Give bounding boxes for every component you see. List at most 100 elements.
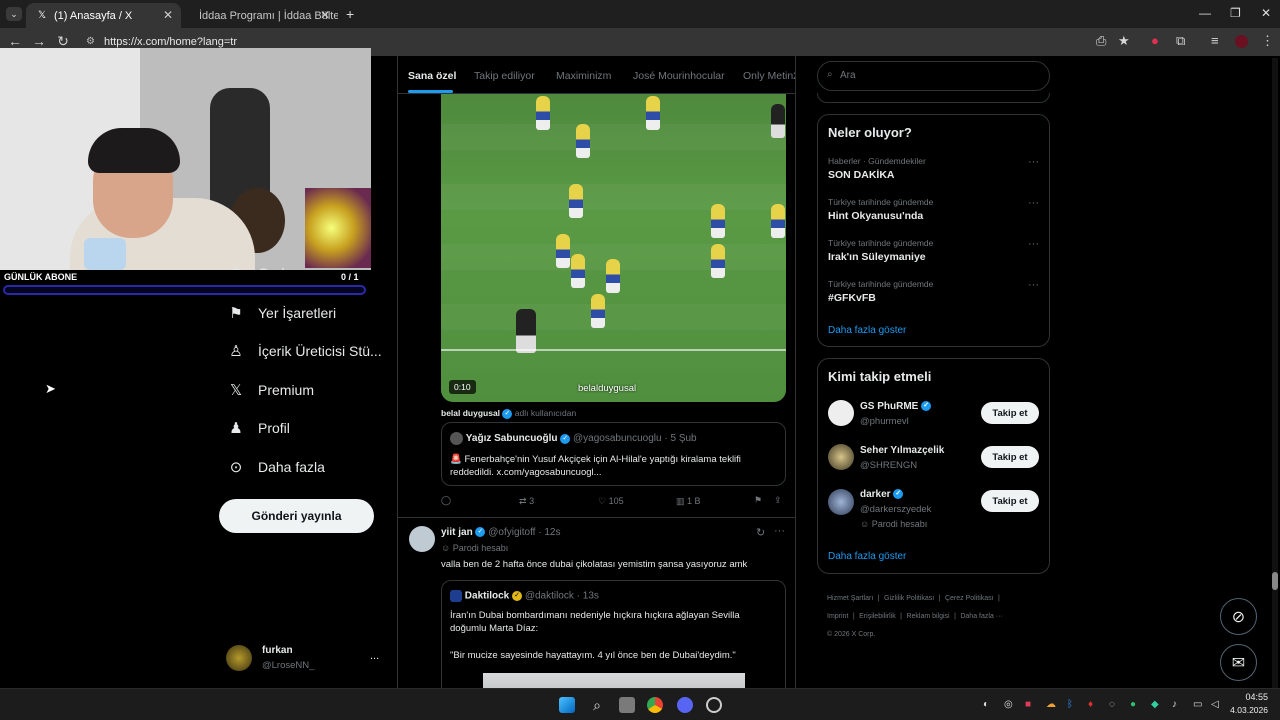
close-icon[interactable]: ✕ bbox=[320, 8, 330, 22]
extension-icon[interactable]: ● bbox=[1151, 33, 1159, 48]
post-more-icon[interactable]: ··· bbox=[774, 525, 785, 537]
nav-profile[interactable]: ♟ Profil bbox=[228, 419, 290, 437]
trend-more-icon[interactable]: ··· bbox=[1028, 197, 1039, 209]
quoted-post[interactable]: Daktilock ✓ @daktilock · 13s İran'ın Dub… bbox=[441, 580, 786, 688]
trend-title[interactable]: SON DAKİKA bbox=[828, 169, 895, 181]
show-more-link[interactable]: Daha fazla göster bbox=[828, 325, 906, 336]
clock-date[interactable]: 4.03.2026 bbox=[1224, 705, 1268, 715]
nav-creator-studio[interactable]: ♙ İçerik Üreticisi Stü... bbox=[228, 342, 382, 360]
search-icon[interactable]: ⌕ bbox=[589, 697, 605, 713]
follow-button[interactable]: Takip et bbox=[981, 402, 1039, 424]
share-icon[interactable]: ⇪ bbox=[774, 495, 782, 506]
tray-icon[interactable]: ◌ bbox=[1109, 699, 1115, 710]
like-button[interactable]: ♡ 105 bbox=[598, 496, 624, 507]
task-view-icon[interactable] bbox=[619, 697, 635, 713]
footer-link[interactable]: Hizmet Şartları bbox=[827, 595, 873, 602]
close-icon[interactable]: ✕ bbox=[163, 8, 173, 22]
bookmark-star-icon[interactable]: ★ bbox=[1118, 33, 1130, 49]
new-tab-icon[interactable]: + bbox=[346, 6, 354, 22]
chrome-icon[interactable] bbox=[647, 697, 663, 713]
tab-following[interactable]: Takip ediliyor bbox=[474, 70, 535, 82]
tab-mourinhocular[interactable]: José Mourinhocular bbox=[633, 70, 725, 82]
footer-link[interactable]: Imprint bbox=[827, 613, 848, 620]
network-icon[interactable]: ▭ bbox=[1193, 699, 1202, 710]
tab-search-icon[interactable]: ⌄ bbox=[6, 7, 22, 21]
avatar[interactable] bbox=[828, 444, 854, 470]
install-icon[interactable]: ⎙ bbox=[1096, 33, 1106, 49]
grok-icon[interactable]: ↻ bbox=[756, 526, 765, 539]
suggestion-name[interactable]: darker ✓ bbox=[860, 489, 904, 500]
microphone-icon[interactable]: ♪ bbox=[1172, 699, 1177, 710]
tray-icon[interactable]: ☁ bbox=[1046, 699, 1056, 710]
footer-link[interactable]: Erişilebilirlik bbox=[859, 613, 896, 620]
tray-icon[interactable]: ◎ bbox=[1004, 699, 1013, 710]
tray-icon[interactable]: ◆ bbox=[1151, 699, 1159, 710]
window-close-icon[interactable]: ✕ bbox=[1261, 6, 1271, 20]
author-name[interactable]: yiit jan bbox=[441, 527, 473, 538]
trend-more-icon[interactable]: ··· bbox=[1028, 156, 1039, 168]
obs-icon[interactable] bbox=[706, 697, 722, 713]
trend-more-icon[interactable]: ··· bbox=[1028, 238, 1039, 250]
minimize-icon[interactable]: — bbox=[1199, 6, 1211, 20]
tab-iddaa[interactable]: İddaa Programı | İddaa Bülteni ... ✕ bbox=[183, 3, 338, 28]
back-icon[interactable]: ← bbox=[6, 33, 24, 49]
trend-title[interactable]: #GFKvFB bbox=[828, 292, 876, 304]
tab-maximinizm[interactable]: Maximinizm bbox=[556, 70, 611, 82]
tab-for-you[interactable]: Sana özel bbox=[408, 70, 456, 82]
start-icon[interactable] bbox=[559, 697, 575, 713]
scrollbar-thumb[interactable] bbox=[1272, 572, 1278, 590]
grok-fab-icon[interactable]: ⊘ bbox=[1220, 598, 1257, 635]
menu-icon[interactable]: ⋮ bbox=[1261, 33, 1274, 49]
search-box[interactable]: ⌕ Ara bbox=[817, 61, 1050, 91]
suggestion-name[interactable]: Seher Yılmazçelik bbox=[860, 445, 944, 456]
account-more-icon[interactable]: ... bbox=[370, 650, 379, 662]
quote-image[interactable] bbox=[483, 673, 745, 688]
footer-link[interactable]: Daha fazla ··· bbox=[960, 613, 1002, 620]
messages-fab-icon[interactable]: ✉ bbox=[1220, 644, 1257, 681]
avatar[interactable] bbox=[828, 489, 854, 515]
bluetooth-icon[interactable]: ᛒ bbox=[1067, 699, 1073, 710]
tab-only-metin2[interactable]: Only Metin2 bbox=[743, 70, 795, 82]
profile-avatar[interactable] bbox=[1235, 35, 1248, 48]
reply-icon[interactable]: ◯ bbox=[441, 495, 451, 506]
extensions-puzzle-icon[interactable]: ⧉ bbox=[1176, 33, 1185, 49]
discord-icon[interactable] bbox=[677, 697, 693, 713]
tray-icon[interactable]: ■ bbox=[1025, 699, 1031, 710]
volume-icon[interactable]: ◁ bbox=[1211, 699, 1219, 710]
trend-title[interactable]: Hint Okyanusu'nda bbox=[828, 210, 923, 222]
nav-more[interactable]: ⊙ Daha fazla bbox=[228, 458, 325, 476]
follow-button[interactable]: Takip et bbox=[981, 490, 1039, 512]
scrollbar[interactable] bbox=[1272, 58, 1278, 688]
tab-x-home[interactable]: 𝕏 (1) Anasayfa / X ✕ bbox=[26, 3, 181, 28]
tray-icon[interactable]: ◐ bbox=[983, 699, 989, 710]
tray-icon[interactable]: ● bbox=[1130, 699, 1136, 710]
clock-time[interactable]: 04:55 bbox=[1232, 692, 1268, 702]
trend-title[interactable]: Irak'ın Süleymaniye bbox=[828, 251, 926, 263]
retweet-button[interactable]: ⇄ 3 bbox=[519, 496, 534, 507]
nav-label: Yer İşaretleri bbox=[258, 305, 337, 321]
post-video[interactable]: 0:10 belalduygusal bbox=[441, 94, 786, 402]
post-button[interactable]: Gönderi yayınla bbox=[219, 499, 374, 533]
nav-label: İçerik Üreticisi Stü... bbox=[258, 343, 382, 359]
media-icon[interactable]: ≡ bbox=[1211, 33, 1219, 48]
show-more-link[interactable]: Daha fazla göster bbox=[828, 551, 906, 562]
footer-link[interactable]: Gizlilik Politikası bbox=[884, 595, 934, 602]
views-button[interactable]: ▥ 1 B bbox=[676, 496, 701, 507]
nav-bookmarks[interactable]: ⚑ Yer İşaretleri bbox=[228, 304, 336, 322]
bookmark-icon[interactable]: ⚑ bbox=[754, 495, 762, 506]
footer-link[interactable]: Reklam bilgisi bbox=[906, 613, 949, 620]
suggestion-name[interactable]: GS PhuRME ✓ bbox=[860, 401, 932, 412]
account-avatar[interactable] bbox=[226, 645, 252, 671]
tray-icon[interactable]: ♦ bbox=[1088, 699, 1093, 710]
nav-premium[interactable]: 𝕏 Premium bbox=[228, 381, 314, 399]
avatar[interactable] bbox=[828, 400, 854, 426]
author-name[interactable]: belal duygusal bbox=[441, 408, 500, 418]
forward-icon[interactable]: → bbox=[30, 33, 48, 49]
quoted-post[interactable]: Yağız Sabuncuoğlu ✓ @yagosabuncuoglu · 5… bbox=[441, 422, 786, 486]
footer-link[interactable]: Çerez Politikası bbox=[945, 595, 994, 602]
restore-icon[interactable]: ❐ bbox=[1230, 6, 1241, 20]
avatar[interactable] bbox=[409, 526, 435, 552]
abone-label: GÜNLÜK ABONE bbox=[4, 272, 78, 282]
trend-more-icon[interactable]: ··· bbox=[1028, 279, 1039, 291]
follow-button[interactable]: Takip et bbox=[981, 446, 1039, 468]
